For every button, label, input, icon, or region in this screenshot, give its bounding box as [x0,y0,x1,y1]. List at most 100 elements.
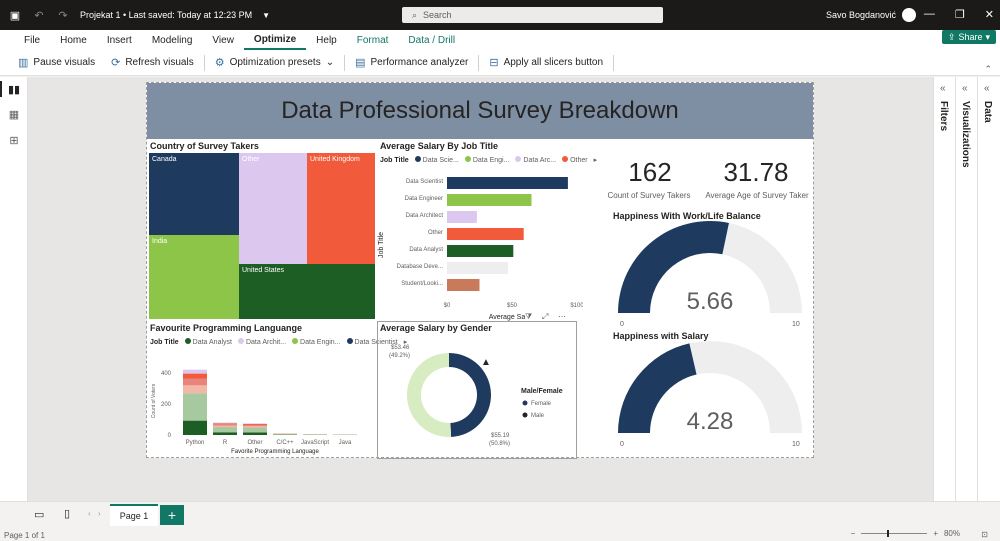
legend-item[interactable]: Other [562,156,588,164]
collapse-ribbon-icon[interactable]: ⌃ [984,64,992,75]
legend-item[interactable]: Data Engin... [292,338,341,346]
share-button[interactable]: ⇪ Share ▾ [941,30,996,44]
next-page-icon[interactable]: › [98,509,101,518]
add-page-button[interactable]: + [160,505,184,525]
column-segment[interactable] [213,422,237,424]
column-segment[interactable] [183,385,207,394]
column-segment[interactable] [243,424,267,427]
performance-analyzer-button[interactable]: ▤ Performance analyzer [347,53,476,73]
restore-icon[interactable]: ❐ [955,8,965,21]
column-segment[interactable] [273,434,297,435]
expand-visualizations-icon[interactable]: « [962,83,968,94]
save-icon[interactable]: ▣ [8,8,22,22]
mobile-layout-icon[interactable]: ▯ [64,507,70,520]
pause-visuals-button[interactable]: ▥ Pause visuals [10,53,103,73]
treemap-cell-canada[interactable]: Canada [149,153,239,235]
bar-3[interactable] [447,228,524,240]
menu-data-drill[interactable]: Data / Drill [398,30,465,50]
data-pane[interactable]: « Data [978,77,1000,501]
gauge-salary[interactable]: 4.28 0 10 [607,341,813,451]
column-segment[interactable] [213,425,237,428]
treemap-cell-india[interactable]: India [149,235,239,319]
gauge-fill[interactable] [618,343,697,433]
gauge-work-life[interactable]: 5.66 0 10 [607,221,813,331]
zoom-out-icon[interactable]: − [851,529,856,538]
chevron-down-icon[interactable]: ▼ [262,11,270,20]
menu-format[interactable]: Format [347,30,399,50]
column-segment[interactable] [183,369,207,374]
zoom-slider[interactable] [861,530,928,537]
column-segment[interactable] [213,432,237,435]
bar-0[interactable] [447,177,568,189]
zoom-thumb[interactable] [887,530,890,537]
page-tab-1[interactable]: Page 1 [110,504,158,526]
column-segment[interactable] [213,423,237,425]
undo-icon[interactable]: ↶ [32,8,46,22]
menu-optimize[interactable]: Optimize [243,30,307,50]
legend-next-icon[interactable]: ▸ [594,156,598,164]
fit-page-icon[interactable]: ⊡ [981,530,988,539]
donut-slice-male[interactable] [407,353,452,437]
salary-by-job-bar-chart[interactable]: Job Title Data Scientist Data Engineer Data… [377,165,583,325]
prev-page-icon[interactable]: ‹ [88,509,91,518]
menu-home[interactable]: Home [50,30,97,50]
bar-2[interactable] [447,211,477,223]
close-icon[interactable]: ✕ [985,8,994,21]
search-input[interactable]: ⌕ Search [402,7,663,23]
bar-4[interactable] [447,245,514,257]
column-segment[interactable] [243,423,267,425]
column-segment[interactable] [183,393,207,421]
menu-insert[interactable]: Insert [97,30,142,50]
treemap-cell-us[interactable]: United States [239,264,375,319]
column-segment[interactable] [243,426,267,428]
expand-data-icon[interactable]: « [984,83,990,94]
donut-legend-item[interactable]: Female [531,401,552,407]
menu-view[interactable]: View [202,30,244,50]
more-options-icon[interactable]: ⋯ [558,312,566,321]
menu-modeling[interactable]: Modeling [142,30,203,50]
column-segment[interactable] [183,378,207,386]
column-segment[interactable] [183,373,207,379]
document-title[interactable]: Projekat 1 • Last saved: Today at 12:23 … [80,10,252,20]
column-segment[interactable] [243,424,267,425]
column-segment[interactable] [243,432,267,435]
apply-slicers-button[interactable]: ⊟ Apply all slicers button [481,53,611,73]
desktop-layout-icon[interactable]: ▭ [34,508,44,521]
treemap-cell-other[interactable]: Other [239,153,307,264]
optimization-presets-button[interactable]: ⚙ Optimization presets ⌄ [207,53,342,73]
gender-donut-chart[interactable]: $53.46 (49.2%) $55.19 (50.8%) Male/Female Fem… [379,335,575,455]
treemap-visual[interactable]: Canada Other United Kingdom India United… [149,153,375,319]
redo-icon[interactable]: ↷ [56,8,70,22]
bar-6[interactable] [447,279,480,291]
legend-item[interactable]: Data Arc... [515,156,556,164]
column-segment[interactable] [213,424,237,426]
focus-mode-icon[interactable]: ⤢ [541,312,548,321]
zoom-control[interactable]: − + 80% [851,529,960,538]
column-segment[interactable] [183,420,207,435]
model-view-icon[interactable]: ⊞ [7,133,21,147]
report-view-icon[interactable]: ▮▮ [7,82,21,96]
bar-1[interactable] [447,194,532,206]
menu-help[interactable]: Help [306,30,347,50]
column-segment[interactable] [213,427,237,433]
refresh-visuals-button[interactable]: ⟳ Refresh visuals [103,53,202,73]
table-view-icon[interactable]: ▦ [7,107,21,121]
visualizations-pane[interactable]: « Visualizations [956,77,978,501]
donut-legend-item[interactable]: Male [531,413,545,419]
legend-item[interactable]: Data Scie... [414,156,459,164]
column-segment[interactable] [243,427,267,433]
job-title-legend[interactable]: Job Title Data Scie... Data Engi... Data Ar… [380,156,597,164]
minimize-icon[interactable]: — [924,8,935,21]
menu-file[interactable]: File [14,30,50,50]
filter-icon[interactable]: ⧩ [525,312,532,321]
zoom-in-icon[interactable]: + [933,529,938,538]
legend-item[interactable]: Data Archit... [237,338,286,346]
legend-item[interactable]: Data Engi... [464,156,509,164]
treemap-cell-uk[interactable]: United Kingdom [307,153,375,264]
user-account[interactable]: Savo Bogdanović [826,8,917,22]
prog-lang-bar-chart[interactable]: Count of Voters 0 200 400 Python R Other C/C++ J… [149,351,375,457]
bar-5[interactable] [447,262,509,274]
expand-filters-icon[interactable]: « [940,83,946,94]
filters-pane[interactable]: « Filters [934,77,956,501]
lang-legend[interactable]: Job Title Data Analyst Data Archit... Data … [150,338,407,346]
